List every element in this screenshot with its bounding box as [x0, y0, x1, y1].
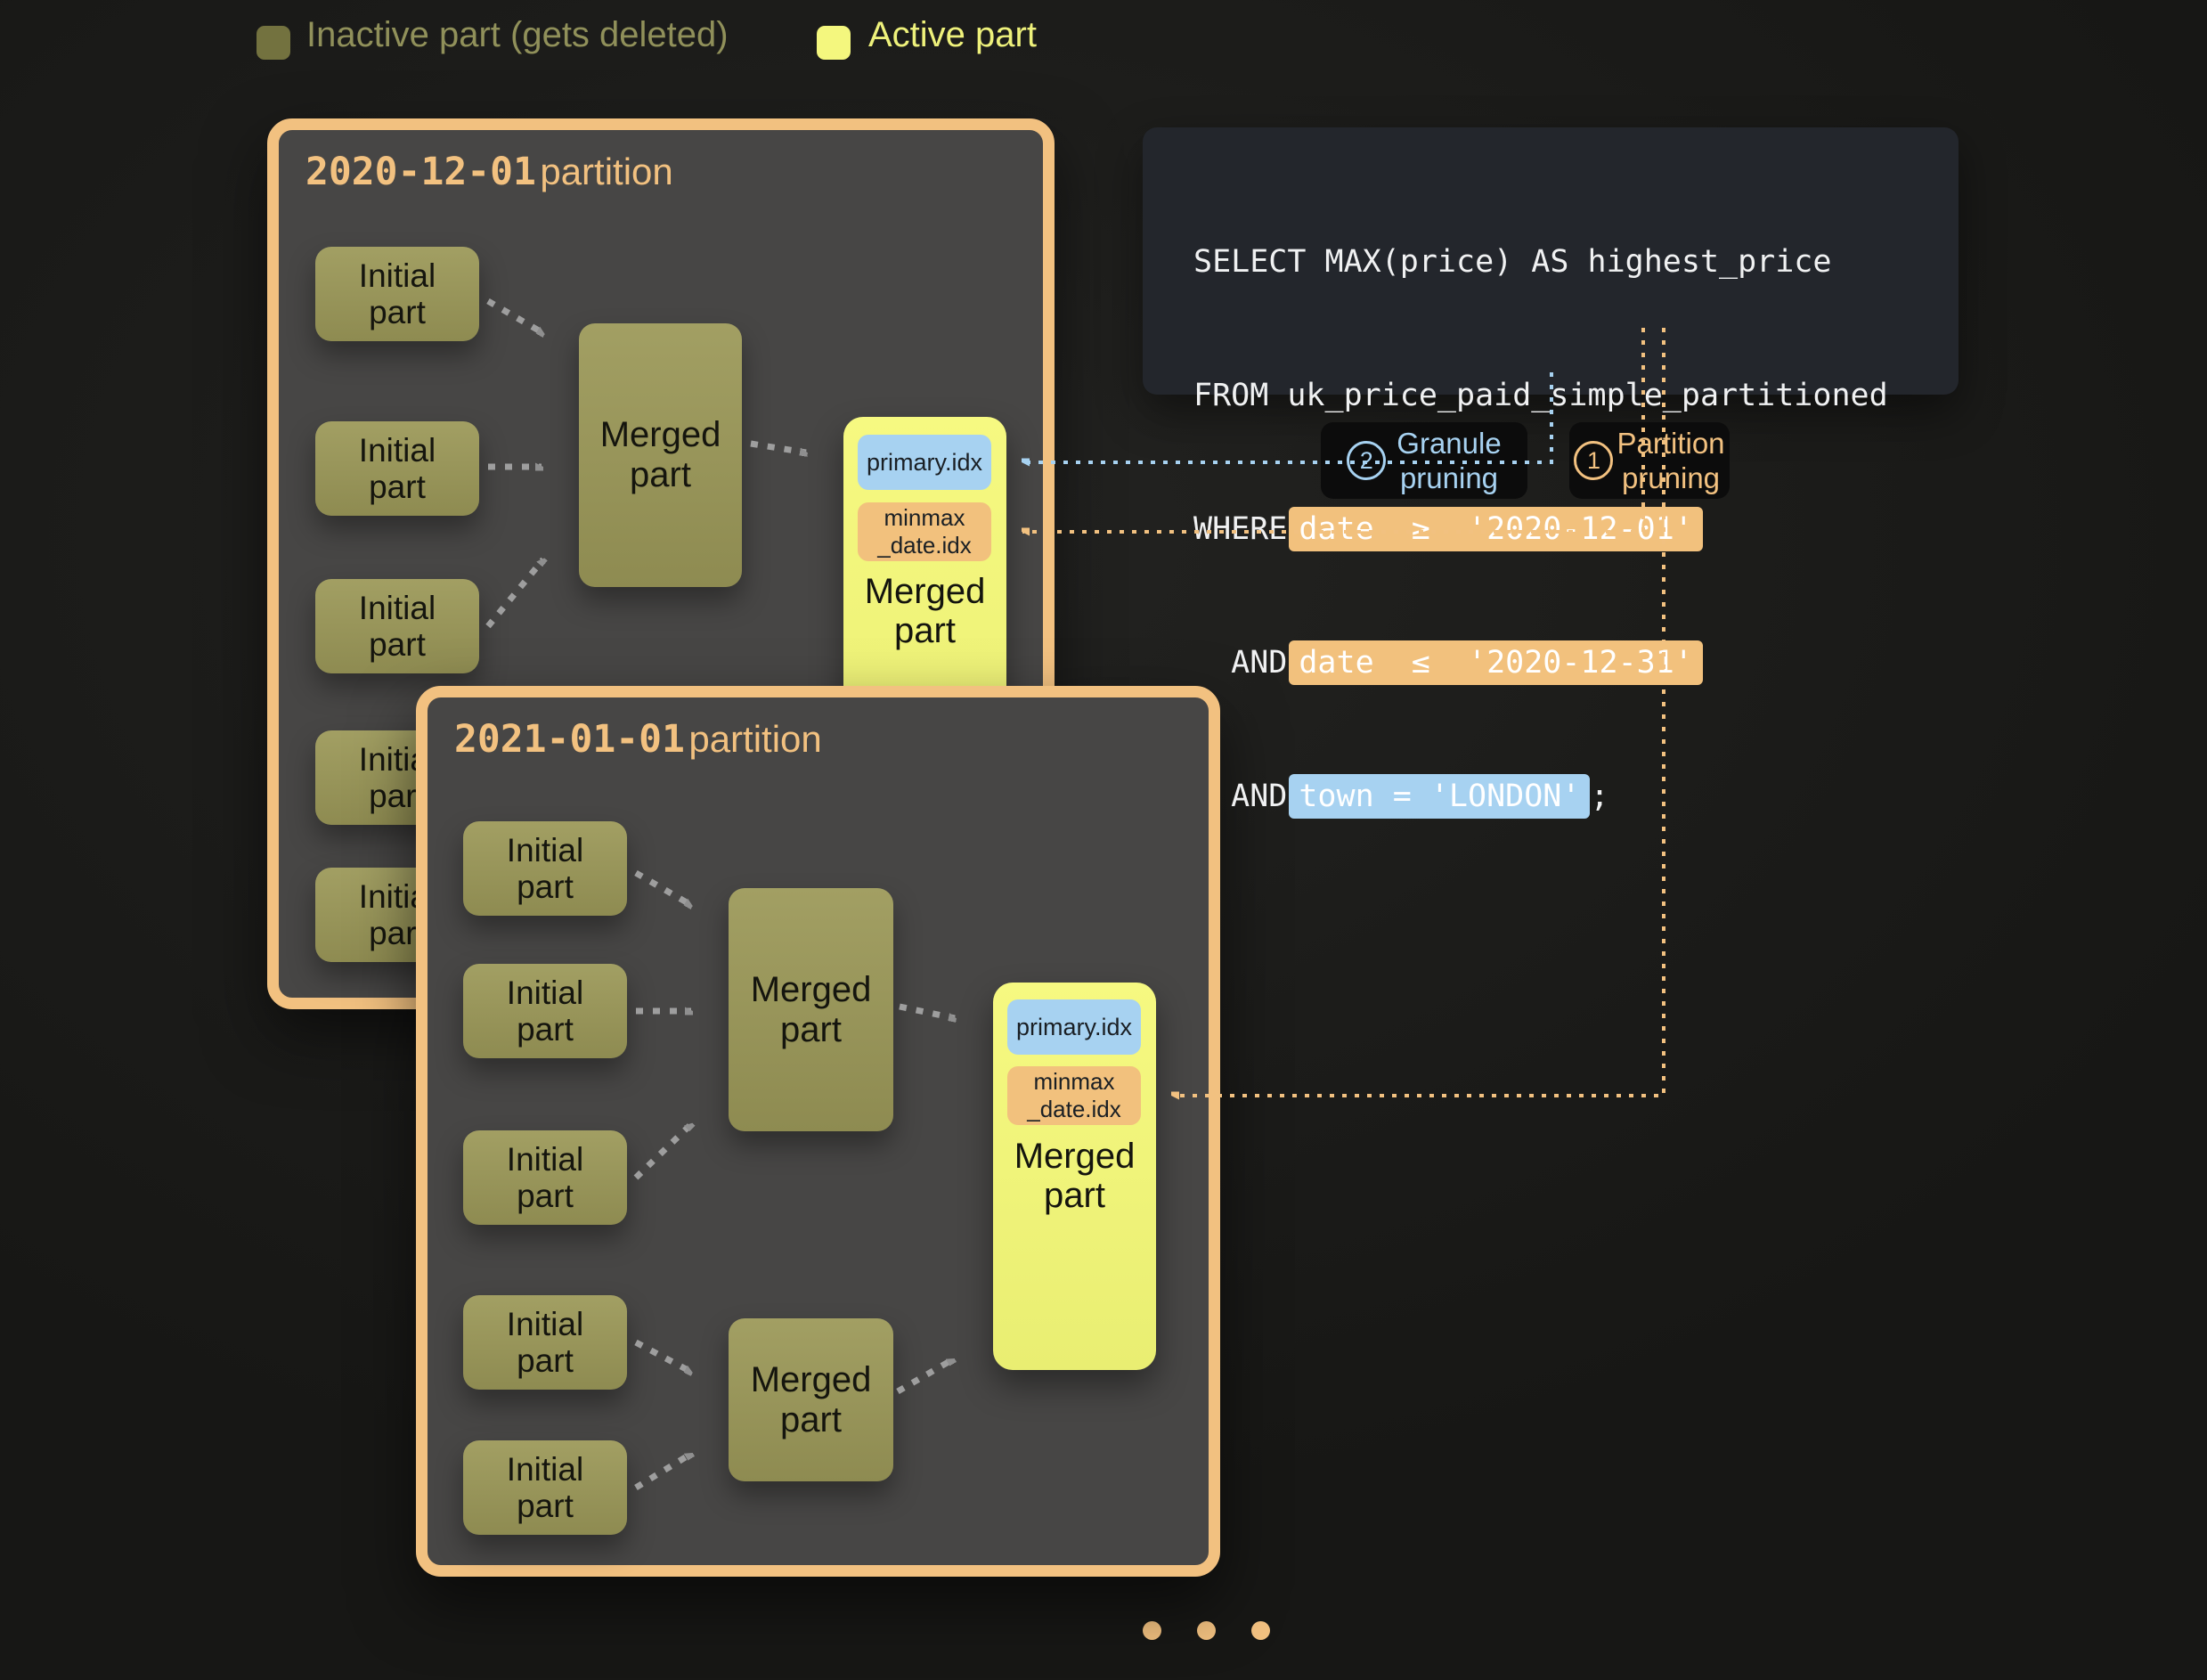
carousel-dot[interactable]: [1143, 1621, 1161, 1640]
legend-active-label: Active part: [868, 15, 1037, 55]
highlight-date-to: date ≤ '2020-12-31': [1289, 640, 1703, 685]
initial-part: Initial part: [463, 821, 627, 916]
inactive-part-swatch: [257, 26, 290, 60]
callout-line: pruning: [1400, 461, 1498, 494]
callout-granule-label: Granulepruning: [1397, 426, 1501, 495]
partition-title: 2021-01-01 partition: [454, 717, 822, 762]
sql-terminator: ;: [1590, 779, 1608, 814]
callout-granule-pruning: 2 Granulepruning: [1321, 422, 1527, 499]
primary-idx-chip: primary.idx: [858, 435, 991, 490]
slide-canvas: Inactive part (gets deleted) Active part…: [0, 0, 2207, 1680]
highlight-date-from: date ≥ '2020-12-01': [1289, 507, 1703, 551]
partition-word: partition: [540, 151, 672, 192]
minmax-line2: _date.idx: [1027, 1096, 1121, 1123]
callout-line: Granule: [1397, 427, 1501, 460]
sql-keyword-and: AND: [1193, 645, 1287, 681]
initial-part: Initial part: [463, 1440, 627, 1535]
partition-word: partition: [688, 718, 821, 760]
carousel-dot[interactable]: [1251, 1621, 1270, 1640]
minmax-date-idx-chip: minmax_date.idx: [858, 502, 991, 561]
step-2-icon: 2: [1347, 441, 1386, 480]
sql-line-from: FROM uk_price_paid_simple_partitioned: [1193, 373, 1932, 418]
merged-part: Merged part: [729, 888, 893, 1131]
initial-part: Initial part: [315, 579, 479, 673]
partition-date: 2021-01-01: [454, 717, 685, 762]
active-part-swatch: [817, 26, 851, 60]
highlight-town: town = 'LONDON': [1289, 774, 1590, 819]
callout-line: pruning: [1622, 461, 1720, 494]
minmax-date-idx-chip: minmax_date.idx: [1007, 1066, 1141, 1125]
sql-code-block: SELECT MAX(price) AS highest_price FROM …: [1143, 127, 1959, 395]
minmax-line1: minmax: [1033, 1068, 1114, 1096]
sql-line-select: SELECT MAX(price) AS highest_price: [1193, 240, 1932, 284]
carousel-dot[interactable]: [1197, 1621, 1216, 1640]
initial-part: Initial part: [315, 421, 479, 516]
partition-date: 2020-12-01: [305, 150, 536, 194]
merged-part: Merged part: [729, 1318, 893, 1481]
partition-title: 2020-12-01 partition: [305, 150, 673, 194]
callout-line: Partition: [1617, 427, 1724, 460]
active-merged-part-label: Merged part: [843, 572, 1006, 650]
sql-line-and-1: ANDdate ≤ '2020-12-31': [1193, 640, 1932, 685]
merged-part: Merged part: [579, 323, 742, 587]
initial-part: Initial part: [315, 247, 479, 341]
active-merged-part-label: Merged part: [993, 1137, 1156, 1215]
initial-part: Initial part: [463, 1130, 627, 1225]
initial-part: Initial part: [463, 964, 627, 1058]
callout-partition-label: Partitionpruning: [1617, 426, 1724, 495]
sql-line-where: WHEREdate ≥ '2020-12-01': [1193, 507, 1932, 551]
sql-keyword-where: WHERE: [1193, 511, 1287, 547]
primary-idx-chip: primary.idx: [1007, 999, 1141, 1055]
initial-part: Initial part: [463, 1295, 627, 1390]
sql-keyword-and: AND: [1193, 779, 1287, 814]
step-1-icon: 1: [1574, 441, 1613, 480]
minmax-line2: _date.idx: [877, 532, 972, 559]
callout-partition-pruning: 1 Partitionpruning: [1569, 422, 1730, 499]
legend-inactive-label: Inactive part (gets deleted): [306, 15, 729, 55]
sql-line-and-2: ANDtown = 'LONDON';: [1193, 774, 1932, 819]
minmax-line1: minmax: [884, 504, 965, 532]
